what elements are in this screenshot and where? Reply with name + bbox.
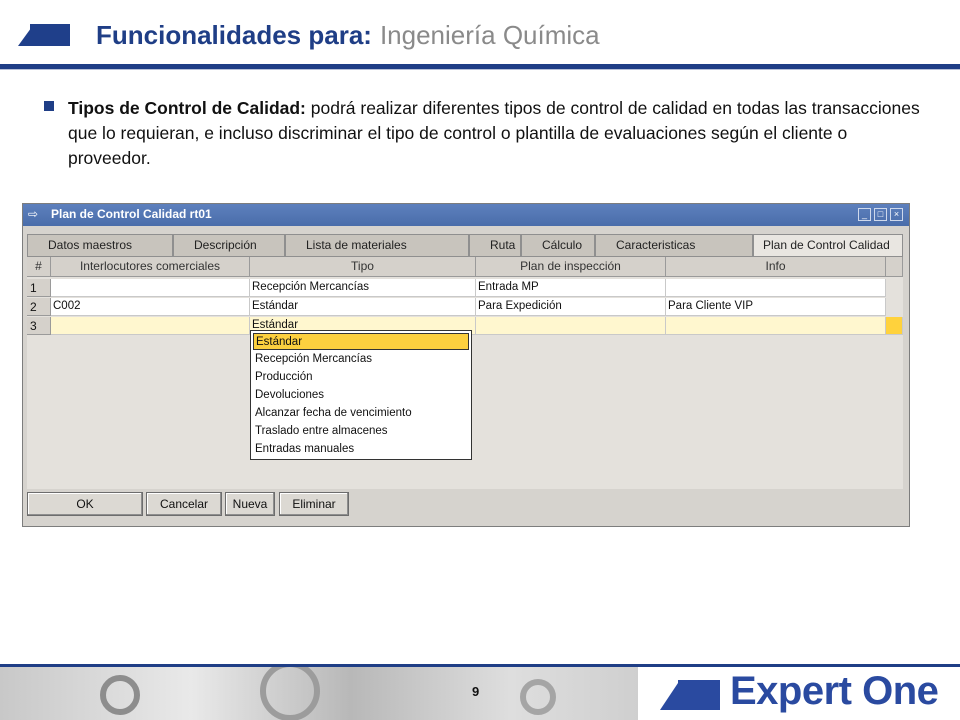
tab-caracteristicas[interactable]: Caracteristicas xyxy=(595,234,753,256)
logo-shape-fill xyxy=(30,24,70,46)
dropdown-option-estandar[interactable]: Estándar xyxy=(253,333,469,350)
column-header-num[interactable]: # xyxy=(27,257,51,277)
tab-calculo[interactable]: Cálculo xyxy=(521,234,595,256)
gear-icon xyxy=(520,679,556,715)
bullet-square-icon xyxy=(44,101,54,111)
tab-ruta[interactable]: Ruta xyxy=(469,234,521,256)
tab-lista-materiales[interactable]: Lista de materiales xyxy=(285,234,469,256)
row-number[interactable]: 1 xyxy=(27,279,51,297)
cell-info[interactable] xyxy=(666,317,886,335)
row-selector[interactable] xyxy=(886,317,903,335)
gear-icon xyxy=(100,675,140,715)
cell-interlocutor[interactable]: C002 xyxy=(51,298,250,316)
tipo-dropdown-list: Estándar Recepción Mercancías Producción… xyxy=(250,330,472,460)
window-titlebar[interactable]: ⇨ Plan de Control Calidad rt01 _ □ × xyxy=(23,204,909,226)
footer-machinery-image xyxy=(0,667,638,720)
cell-interlocutor[interactable] xyxy=(51,279,250,297)
dropdown-option-devoluciones[interactable]: Devoluciones xyxy=(253,387,469,404)
dropdown-option-vencimiento[interactable]: Alcanzar fecha de vencimiento xyxy=(253,405,469,422)
brand-logo-fill xyxy=(678,680,720,710)
ok-button[interactable]: OK xyxy=(27,492,143,516)
tab-datos-maestros[interactable]: Datos maestros xyxy=(27,234,173,256)
brand-logo-shape xyxy=(660,680,680,710)
minimize-icon[interactable]: _ xyxy=(858,208,871,221)
brand-logo-text: Expert One xyxy=(730,669,939,713)
row-number[interactable]: 3 xyxy=(27,317,51,335)
page-title-bold: Funcionalidades para: xyxy=(96,20,372,50)
tab-plan-control-calidad[interactable]: Plan de Control Calidad xyxy=(753,234,903,256)
window-icon: ⇨ xyxy=(28,207,39,221)
delete-button[interactable]: Eliminar xyxy=(279,492,349,516)
close-icon[interactable]: × xyxy=(890,208,903,221)
bullet-heading: Tipos de Control de Calidad: xyxy=(68,98,306,118)
cell-plan[interactable] xyxy=(476,317,666,335)
maximize-icon[interactable]: □ xyxy=(874,208,887,221)
header-divider-thin xyxy=(0,69,960,70)
cell-info[interactable]: Para Cliente VIP xyxy=(666,298,886,316)
dropdown-option-produccion[interactable]: Producción xyxy=(253,369,469,386)
page-number: 9 xyxy=(472,684,480,699)
cell-info[interactable] xyxy=(666,279,886,297)
page-title-light: Ingeniería Química xyxy=(379,20,600,50)
dropdown-option-entradas-manuales[interactable]: Entradas manuales xyxy=(253,441,469,458)
cell-tipo[interactable]: Recepción Mercancías xyxy=(250,279,476,297)
column-header-spacer xyxy=(886,257,903,277)
cell-plan[interactable]: Para Expedición xyxy=(476,298,666,316)
dropdown-option-traslado[interactable]: Traslado entre almacenes xyxy=(253,423,469,440)
column-header-interlocutores[interactable]: Interlocutores comerciales xyxy=(51,257,250,277)
new-button[interactable]: Nueva xyxy=(225,492,275,516)
cell-tipo[interactable]: Estándar xyxy=(250,298,476,316)
bullet-paragraph: Tipos de Control de Calidad: podrá reali… xyxy=(68,96,930,171)
column-header-plan[interactable]: Plan de inspección xyxy=(476,257,666,277)
cell-plan[interactable]: Entrada MP xyxy=(476,279,666,297)
page-title: Funcionalidades para: Ingeniería Química xyxy=(96,20,600,51)
tab-descripcion[interactable]: Descripción xyxy=(173,234,285,256)
gear-icon xyxy=(260,667,320,720)
column-header-tipo[interactable]: Tipo xyxy=(250,257,476,277)
cancel-button[interactable]: Cancelar xyxy=(146,492,222,516)
row-number[interactable]: 2 xyxy=(27,298,51,316)
dropdown-option-recepcion[interactable]: Recepción Mercancías xyxy=(253,351,469,368)
tab-bar: Datos maestros Descripción Lista de mate… xyxy=(27,234,903,256)
column-header-info[interactable]: Info xyxy=(666,257,886,277)
cell-interlocutor[interactable] xyxy=(51,317,250,335)
window-title: Plan de Control Calidad rt01 xyxy=(51,207,212,221)
